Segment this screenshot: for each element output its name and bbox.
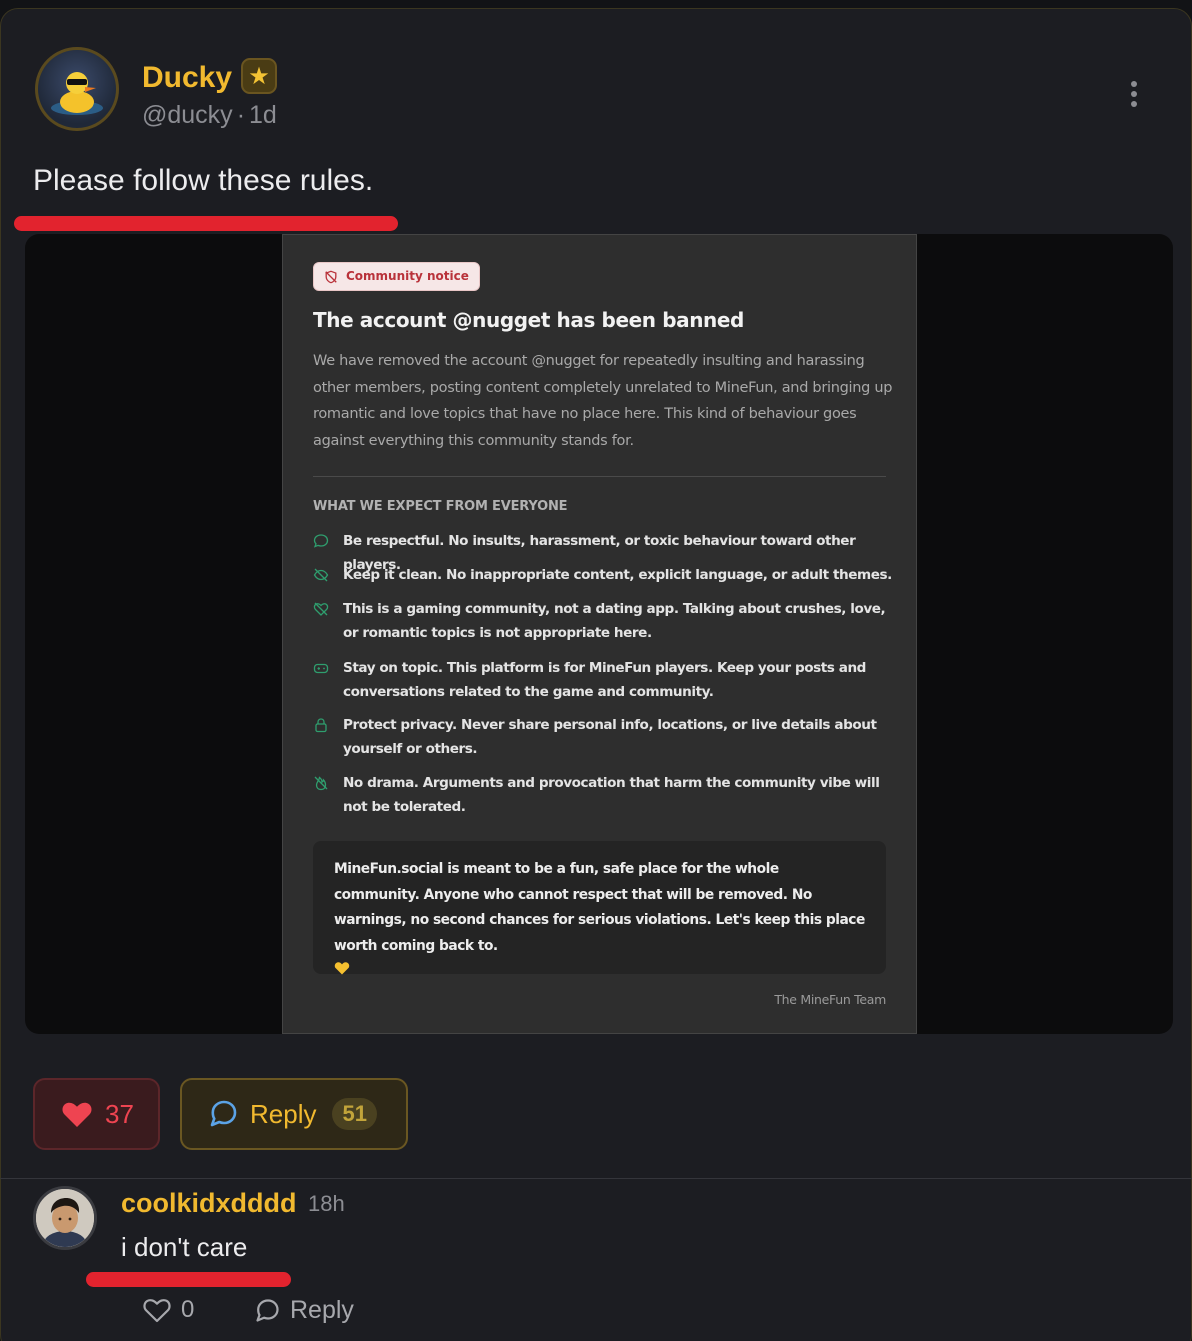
reply-label: Reply [250, 1098, 317, 1129]
closing-text: MineFun.social is meant to be a fun, saf… [334, 861, 865, 954]
eye-off-icon [313, 568, 329, 582]
author-meta: @ducky · 1d [142, 101, 277, 130]
heart-outline-icon [143, 1299, 171, 1323]
notice-title: The account @nugget has been banned [313, 308, 744, 332]
heart-off-icon [313, 602, 329, 616]
reply-button[interactable]: Reply 51 [180, 1078, 408, 1150]
chat-bubble-icon [210, 1100, 237, 1127]
comment-time: 18h [308, 1191, 345, 1216]
post-time: 1d [249, 101, 277, 129]
comment-text: i don't care [121, 1232, 248, 1262]
community-notice-badge: Community notice [313, 262, 480, 291]
notice-body: We have removed the account @nugget for … [313, 353, 893, 449]
rule-text: Keep it clean. No inappropriate content,… [343, 567, 892, 583]
community-notice-card: Community notice The account @nugget has… [282, 234, 917, 1034]
reply-count: 51 [332, 1098, 377, 1130]
commenter-name[interactable]: coolkidxdddd [121, 1188, 297, 1219]
rule-item: Stay on topic. This platform is for Mine… [313, 656, 893, 704]
rule-item: Keep it clean. No inappropriate content,… [313, 563, 893, 587]
comment-like-button[interactable]: 0 [143, 1296, 194, 1324]
like-count: 37 [105, 1098, 134, 1129]
rule-text: No drama. Arguments and provocation that… [343, 775, 880, 815]
chat-bubble-icon [313, 534, 329, 548]
post-text: Please follow these rules. [33, 164, 374, 197]
author-avatar[interactable] [35, 47, 119, 131]
author-handle[interactable]: @ducky [142, 101, 233, 129]
rule-text: Stay on topic. This platform is for Mine… [343, 660, 866, 700]
rule-item: No drama. Arguments and provocation that… [313, 771, 893, 819]
chat-bubble-icon [256, 1298, 279, 1322]
commenter-avatar[interactable] [33, 1186, 97, 1250]
section-divider [0, 1178, 1192, 1179]
author-name[interactable]: Ducky [142, 61, 232, 95]
lock-icon [315, 718, 327, 733]
closing-message: MineFun.social is meant to be a fun, saf… [313, 841, 886, 975]
like-button[interactable]: 37 [33, 1078, 160, 1150]
highlight-underline [86, 1272, 291, 1287]
rule-item: This is a gaming community, not a dating… [313, 597, 893, 645]
more-options-icon[interactable] [1123, 77, 1145, 111]
flame-off-icon [314, 776, 328, 791]
meta-separator: · [236, 101, 246, 129]
notice-signature: The MineFun Team [774, 992, 886, 1007]
highlight-underline [14, 216, 398, 231]
star-badge-icon: ★ [241, 58, 277, 94]
post-image[interactable]: Community notice The account @nugget has… [25, 234, 1173, 1034]
person-avatar-icon [36, 1189, 94, 1247]
duck-avatar-icon [51, 72, 103, 115]
comment-like-count: 0 [181, 1296, 195, 1323]
heart-icon [62, 1102, 92, 1127]
comment-reply-button[interactable]: Reply [254, 1296, 354, 1325]
badge-label: Community notice [346, 269, 469, 283]
comment-reply-label: Reply [290, 1296, 354, 1324]
notice-divider [313, 476, 886, 477]
rule-item: Protect privacy. Never share personal in… [313, 713, 893, 761]
shield-off-icon [325, 270, 337, 284]
yellow-heart-icon [334, 962, 350, 975]
gamepad-icon [313, 663, 329, 674]
rules-heading: WHAT WE EXPECT FROM EVERYONE [313, 499, 568, 514]
rule-text: This is a gaming community, not a dating… [343, 601, 886, 641]
rule-text: Protect privacy. Never share personal in… [343, 717, 877, 757]
